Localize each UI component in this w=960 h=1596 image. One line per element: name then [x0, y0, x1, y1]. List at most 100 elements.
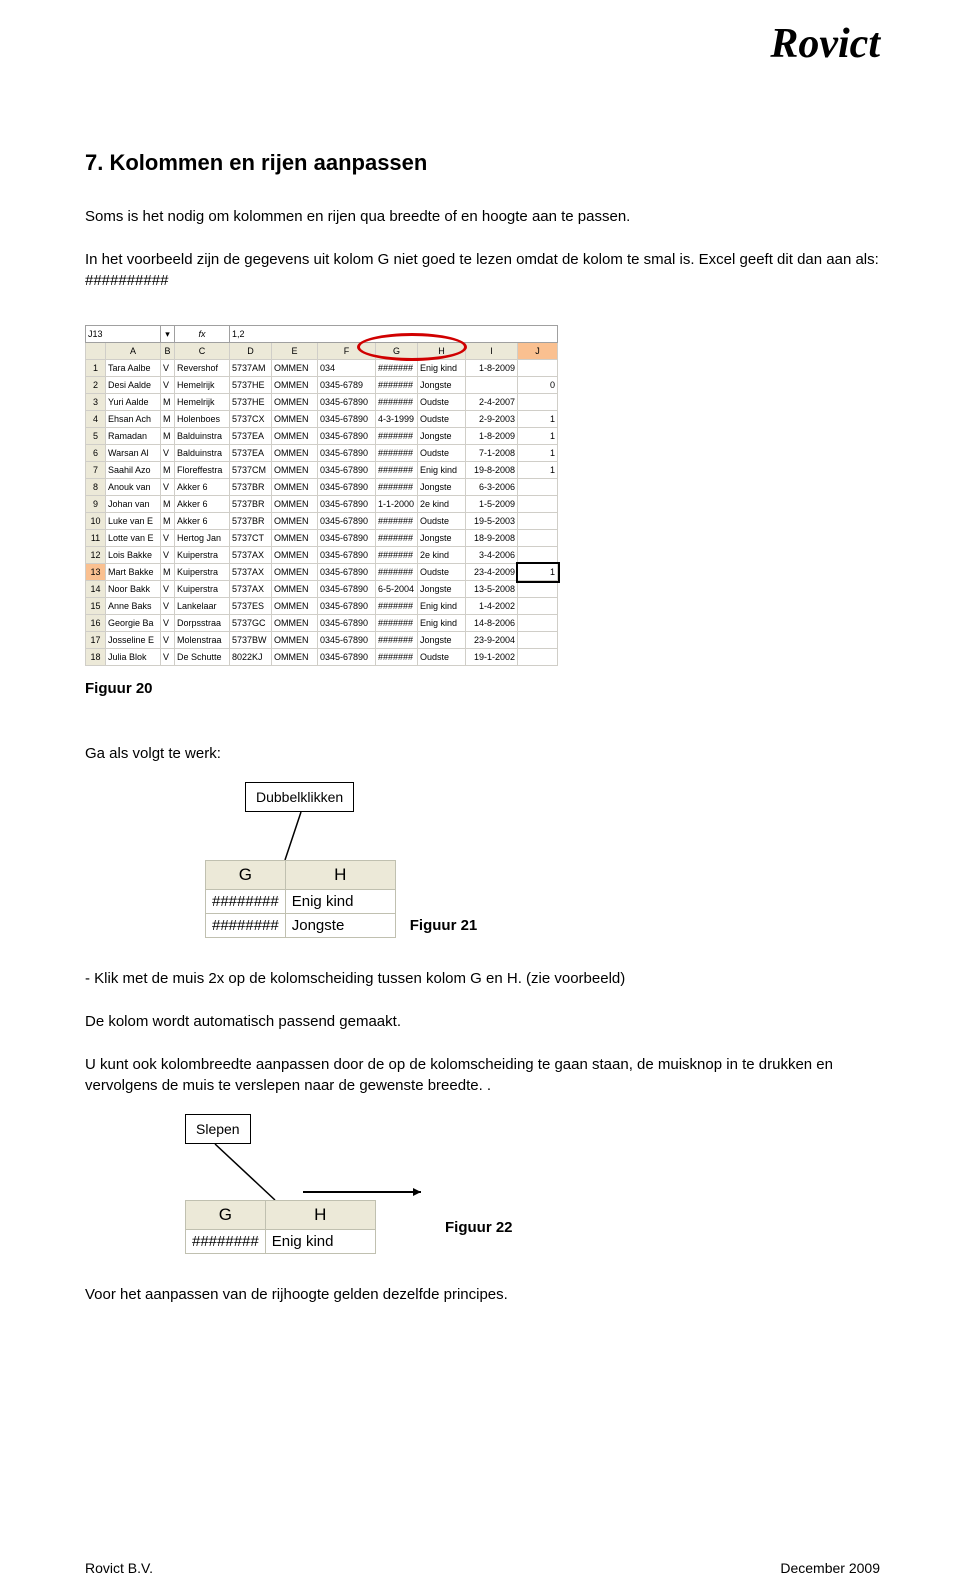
- cell-j[interactable]: [518, 547, 558, 564]
- row-header[interactable]: 17: [86, 632, 106, 649]
- cell-h[interactable]: Oudste: [418, 513, 466, 530]
- row-header[interactable]: 18: [86, 649, 106, 666]
- cell-c[interactable]: Lankelaar: [175, 598, 230, 615]
- cell-b[interactable]: V: [161, 445, 175, 462]
- cell-d[interactable]: 5737EA: [230, 428, 272, 445]
- cell-e[interactable]: OMMEN: [272, 428, 318, 445]
- cell-d[interactable]: 5737ES: [230, 598, 272, 615]
- cell-j[interactable]: 1: [518, 564, 558, 581]
- cell-h[interactable]: 2e kind: [418, 496, 466, 513]
- cell-d[interactable]: 5737GC: [230, 615, 272, 632]
- cell-e[interactable]: OMMEN: [272, 615, 318, 632]
- cell-h[interactable]: Oudste: [418, 649, 466, 666]
- cell-i[interactable]: 19-5-2003: [466, 513, 518, 530]
- cell-h[interactable]: Oudste: [418, 411, 466, 428]
- cell-f[interactable]: 0345-67890: [318, 581, 376, 598]
- cell-f[interactable]: 0345-67890: [318, 530, 376, 547]
- cell-f[interactable]: 0345-67890: [318, 479, 376, 496]
- cell-i[interactable]: 13-5-2008: [466, 581, 518, 598]
- cell-b[interactable]: M: [161, 564, 175, 581]
- cell-d[interactable]: 5737CM: [230, 462, 272, 479]
- cell-g[interactable]: #######: [376, 360, 418, 377]
- cell-g[interactable]: #######: [376, 598, 418, 615]
- cell-d[interactable]: 5737BR: [230, 513, 272, 530]
- cell-b[interactable]: V: [161, 360, 175, 377]
- cell-j[interactable]: [518, 496, 558, 513]
- cell-g[interactable]: #######: [376, 564, 418, 581]
- cell-a[interactable]: Anne Baks: [106, 598, 161, 615]
- cell-d[interactable]: 5737CX: [230, 411, 272, 428]
- cell-c[interactable]: Balduinstra: [175, 445, 230, 462]
- cell-i[interactable]: 1-5-2009: [466, 496, 518, 513]
- cell-f[interactable]: 0345-6789: [318, 377, 376, 394]
- cell-e[interactable]: OMMEN: [272, 632, 318, 649]
- cell-f[interactable]: 0345-67890: [318, 598, 376, 615]
- cell-e[interactable]: OMMEN: [272, 547, 318, 564]
- cell-g[interactable]: #######: [376, 632, 418, 649]
- cell-g[interactable]: #######: [376, 462, 418, 479]
- mini-cell-g2[interactable]: ########: [206, 914, 286, 938]
- cell-g[interactable]: #######: [376, 479, 418, 496]
- cell-a[interactable]: Johan van: [106, 496, 161, 513]
- cell-d[interactable]: 5737HE: [230, 377, 272, 394]
- cell-i[interactable]: 1-8-2009: [466, 428, 518, 445]
- cell-e[interactable]: OMMEN: [272, 377, 318, 394]
- col-header-b[interactable]: B: [161, 343, 175, 360]
- cell-f[interactable]: 0345-67890: [318, 615, 376, 632]
- cell-b[interactable]: M: [161, 513, 175, 530]
- cell-b[interactable]: M: [161, 428, 175, 445]
- cell-f[interactable]: 0345-67890: [318, 649, 376, 666]
- cell-g[interactable]: #######: [376, 615, 418, 632]
- col-header-f[interactable]: F: [318, 343, 376, 360]
- cell-h[interactable]: Enig kind: [418, 462, 466, 479]
- cell-h[interactable]: Jongste: [418, 377, 466, 394]
- cell-i[interactable]: 19-1-2002: [466, 649, 518, 666]
- cell-i[interactable]: 1-8-2009: [466, 360, 518, 377]
- row-header[interactable]: 6: [86, 445, 106, 462]
- cell-g[interactable]: #######: [376, 649, 418, 666]
- cell-j[interactable]: [518, 581, 558, 598]
- row-header[interactable]: 2: [86, 377, 106, 394]
- cell-g[interactable]: #######: [376, 428, 418, 445]
- cell-a[interactable]: Mart Bakke: [106, 564, 161, 581]
- cell-h[interactable]: Oudste: [418, 564, 466, 581]
- cell-c[interactable]: Kuiperstra: [175, 547, 230, 564]
- cell-d[interactable]: 5737BR: [230, 496, 272, 513]
- mini-col-h[interactable]: H: [285, 861, 395, 890]
- cell-f[interactable]: 0345-67890: [318, 513, 376, 530]
- cell-i[interactable]: 6-3-2006: [466, 479, 518, 496]
- cell-c[interactable]: Kuiperstra: [175, 564, 230, 581]
- col-header-i[interactable]: I: [466, 343, 518, 360]
- cell-b[interactable]: V: [161, 632, 175, 649]
- cell-e[interactable]: OMMEN: [272, 360, 318, 377]
- col-header-a[interactable]: A: [106, 343, 161, 360]
- row-header[interactable]: 4: [86, 411, 106, 428]
- cell-i[interactable]: 3-4-2006: [466, 547, 518, 564]
- cell-h[interactable]: Enig kind: [418, 598, 466, 615]
- mini22-cell-g1[interactable]: ########: [186, 1230, 266, 1254]
- cell-c[interactable]: Hemelrijk: [175, 377, 230, 394]
- cell-d[interactable]: 5737EA: [230, 445, 272, 462]
- cell-i[interactable]: 2-9-2003: [466, 411, 518, 428]
- col-header-e[interactable]: E: [272, 343, 318, 360]
- cell-d[interactable]: 5737BW: [230, 632, 272, 649]
- cell-a[interactable]: Ehsan Ach: [106, 411, 161, 428]
- cell-b[interactable]: V: [161, 479, 175, 496]
- name-box[interactable]: J13: [86, 326, 161, 343]
- cell-j[interactable]: [518, 632, 558, 649]
- row-header[interactable]: 7: [86, 462, 106, 479]
- cell-a[interactable]: Warsan Al: [106, 445, 161, 462]
- cell-j[interactable]: [518, 479, 558, 496]
- col-header-d[interactable]: D: [230, 343, 272, 360]
- cell-e[interactable]: OMMEN: [272, 530, 318, 547]
- col-header-h[interactable]: H: [418, 343, 466, 360]
- cell-d[interactable]: 5737AM: [230, 360, 272, 377]
- cell-c[interactable]: Holenboes: [175, 411, 230, 428]
- mini22-cell-h1[interactable]: Enig kind: [265, 1230, 375, 1254]
- cell-a[interactable]: Lois Bakke: [106, 547, 161, 564]
- cell-i[interactable]: 23-4-2009: [466, 564, 518, 581]
- cell-f[interactable]: 0345-67890: [318, 564, 376, 581]
- cell-f[interactable]: 0345-67890: [318, 394, 376, 411]
- cell-j[interactable]: 0: [518, 377, 558, 394]
- cell-d[interactable]: 5737AX: [230, 581, 272, 598]
